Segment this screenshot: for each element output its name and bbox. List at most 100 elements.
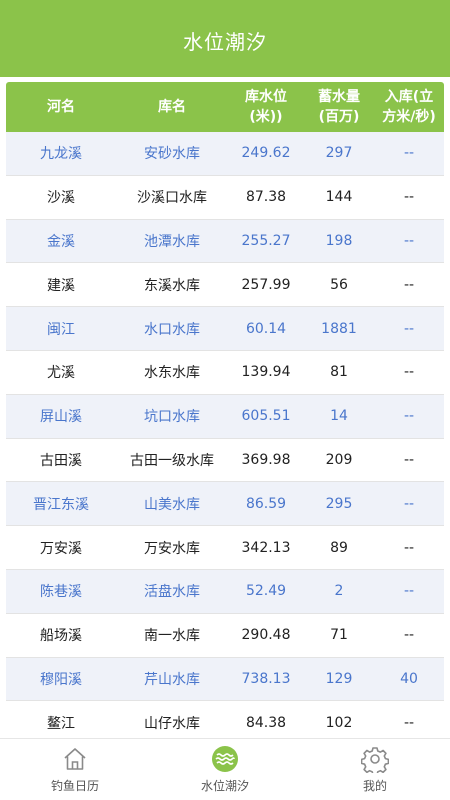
reservoir-name-cell: 水东水库: [144, 365, 200, 382]
column-header-label: 蓄水量(百万): [318, 89, 360, 125]
inflow-cell: --: [403, 276, 415, 293]
table-row[interactable]: 金溪 池潭水库 255.27 198 --: [6, 219, 444, 264]
water-level-cell: 52.49: [245, 583, 287, 600]
table-row[interactable]: 万安溪 万安水库 342.13 89 --: [6, 526, 444, 570]
table-row[interactable]: 尤溪 水东水库 139.94 81 --: [6, 350, 444, 395]
table-row[interactable]: 鳌江 山仔水库 84.38 102 --: [6, 701, 444, 738]
inflow-cell: 40: [400, 670, 418, 687]
inflow-cell: --: [403, 539, 415, 556]
inflow-cell: --: [403, 714, 415, 731]
water-level-cell: 87.38: [245, 189, 287, 206]
reservoir-name-cell: 东溪水库: [144, 277, 200, 294]
table-row[interactable]: 闽江 水口水库 60.14 1881 --: [6, 307, 444, 351]
water-level-table[interactable]: 河名 库名 库水位(米)) 蓄水量(百万) 入库(立方米/秒) 九龙溪 安砂水库 2…: [6, 82, 444, 738]
column-header-label: 库名: [158, 99, 186, 115]
water-level-cell: 342.13: [241, 539, 291, 556]
river-name-cell: 屏山溪: [40, 409, 82, 426]
reservoir-name-cell: 南一水库: [144, 628, 200, 645]
water-level-cell: 139.94: [241, 364, 291, 381]
river-name-cell: 闽江: [47, 321, 75, 338]
river-name-cell: 万安溪: [40, 540, 82, 557]
storage-cell: 2: [334, 583, 344, 600]
column-header-river: 河名: [6, 82, 116, 132]
river-name-cell: 沙溪: [47, 190, 75, 207]
tab-mine[interactable]: 我的: [300, 739, 450, 800]
table-row[interactable]: 九龙溪 安砂水库 249.62 297 --: [6, 132, 444, 176]
water-level-cell: 60.14: [245, 320, 287, 337]
reservoir-name-cell: 沙溪口水库: [137, 190, 207, 207]
column-header-inflow: 入库(立方米/秒): [374, 82, 444, 132]
reservoir-name-cell: 山仔水库: [144, 715, 200, 732]
river-name-cell: 船场溪: [40, 628, 82, 645]
river-name-cell: 金溪: [47, 233, 75, 250]
river-name-cell: 陈巷溪: [40, 584, 82, 601]
inflow-cell: --: [403, 189, 415, 206]
table-row[interactable]: 建溪 东溪水库 257.99 56 --: [6, 263, 444, 308]
river-name-cell: 晋江东溪: [33, 496, 89, 513]
river-name-cell: 九龙溪: [40, 146, 82, 163]
reservoir-name-cell: 安砂水库: [144, 146, 200, 163]
waves-icon: [212, 746, 238, 772]
table-row[interactable]: 沙溪 沙溪口水库 87.38 144 --: [6, 175, 444, 220]
home-icon: [64, 748, 86, 770]
storage-cell: 198: [325, 232, 353, 249]
inflow-cell: --: [403, 408, 415, 425]
column-header-label: 入库(立方米/秒): [382, 89, 436, 125]
column-header-label: 河名: [47, 99, 75, 115]
river-name-cell: 穆阳溪: [40, 671, 82, 688]
river-name-cell: 尤溪: [47, 365, 75, 382]
tab-label: 我的: [362, 779, 387, 793]
storage-cell: 209: [325, 451, 353, 468]
water-level-cell: 86.59: [245, 495, 287, 512]
storage-cell: 1881: [321, 320, 357, 337]
storage-cell: 102: [325, 714, 353, 731]
reservoir-name-cell: 水口水库: [144, 321, 200, 338]
reservoir-name-cell: 山美水库: [144, 496, 200, 513]
inflow-cell: --: [403, 145, 415, 162]
table-header: 河名 库名 库水位(米)) 蓄水量(百万) 入库(立方米/秒): [6, 82, 444, 132]
storage-cell: 295: [325, 495, 353, 512]
water-level-cell: 84.38: [245, 714, 287, 731]
storage-cell: 56: [330, 276, 348, 293]
table-row[interactable]: 穆阳溪 芹山水库 738.13 129 40: [6, 657, 444, 702]
reservoir-name-cell: 活盘水库: [144, 584, 200, 601]
water-level-cell: 257.99: [241, 276, 291, 293]
inflow-cell: --: [403, 232, 415, 249]
water-level-cell: 605.51: [241, 408, 291, 425]
gear-icon: [361, 747, 389, 773]
storage-cell: 297: [325, 145, 353, 162]
inflow-cell: --: [403, 320, 415, 337]
table-row[interactable]: 晋江东溪 山美水库 86.59 295 --: [6, 482, 444, 527]
inflow-cell: --: [403, 583, 415, 600]
inflow-cell: --: [403, 451, 415, 468]
reservoir-name-cell: 芹山水库: [144, 671, 200, 688]
bottom-tab-bar: 钓鱼日历 水位潮汐 我的: [0, 738, 450, 800]
tab-label: 水位潮汐: [200, 779, 249, 793]
reservoir-name-cell: 万安水库: [144, 540, 200, 557]
table-row[interactable]: 船场溪 南一水库 290.48 71 --: [6, 613, 444, 658]
table-row[interactable]: 古田溪 古田一级水库 369.98 209 --: [6, 438, 444, 483]
reservoir-name-cell: 古田一级水库: [130, 452, 214, 469]
table-row[interactable]: 屏山溪 坑口水库 605.51 14 --: [6, 394, 444, 439]
inflow-cell: --: [403, 364, 415, 381]
tab-water-tide[interactable]: 水位潮汐: [150, 739, 300, 800]
water-level-cell: 738.13: [241, 670, 291, 687]
column-header-label: 库水位(米)): [245, 89, 287, 125]
inflow-cell: --: [403, 495, 415, 512]
tab-fishing-calendar[interactable]: 钓鱼日历: [0, 739, 150, 800]
storage-cell: 71: [330, 627, 348, 644]
column-header-reservoir: 库名: [116, 82, 228, 132]
inflow-cell: --: [403, 627, 415, 644]
page-title: 水位潮汐: [183, 30, 267, 54]
column-header-storage: 蓄水量(百万): [304, 82, 374, 132]
tab-label: 钓鱼日历: [50, 779, 99, 793]
storage-cell: 144: [325, 189, 353, 206]
table-body: 九龙溪 安砂水库 249.62 297 -- 沙溪 沙溪口水库 87.38 144 -- 金溪 池潭水…: [6, 132, 444, 738]
top-bar: 水位潮汐: [0, 0, 450, 77]
storage-cell: 14: [330, 408, 348, 425]
reservoir-name-cell: 池潭水库: [144, 233, 200, 250]
storage-cell: 81: [330, 364, 348, 381]
column-header-water-level: 库水位(米)): [228, 82, 304, 132]
table-row[interactable]: 陈巷溪 活盘水库 52.49 2 --: [6, 569, 444, 614]
river-name-cell: 古田溪: [40, 452, 82, 469]
